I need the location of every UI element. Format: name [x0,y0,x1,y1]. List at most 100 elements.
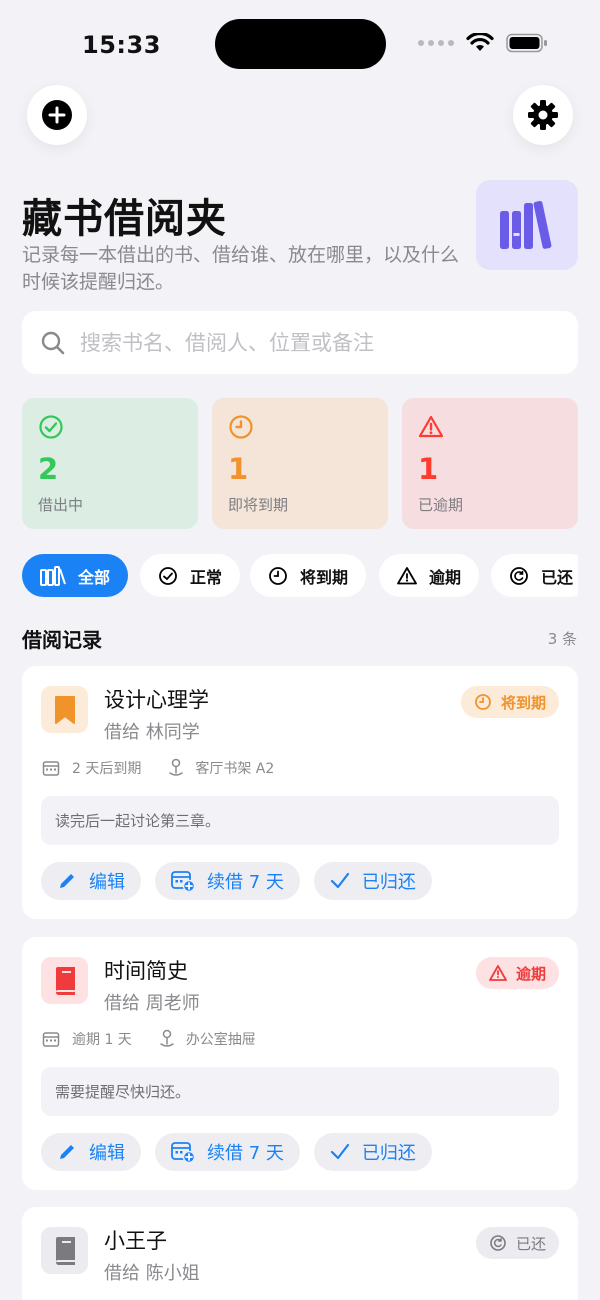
status-time: 15:33 [82,31,161,59]
search-icon [41,331,65,354]
status-label: 已还 [515,1234,546,1253]
checkmark-icon [330,872,350,889]
book-title: 小王子 [104,1229,167,1253]
section-title: 借阅记录 [22,628,102,652]
check-circle-icon [159,566,177,585]
plus-circle-icon [42,100,72,130]
book-cover [41,957,88,1004]
filter-chip-normal[interactable]: 正常 [140,554,241,597]
checkmark-icon [330,1143,350,1160]
location-text: 办公室抽屉 [185,1032,256,1048]
book-title: 时间简史 [104,959,188,983]
stat-card-lent[interactable]: 2 借出中 [22,398,198,529]
chip-label: 已还 [541,567,574,587]
settings-button[interactable] [513,85,573,145]
gear-icon [528,100,558,130]
clock-icon [229,415,253,439]
filter-chips[interactable]: 全部 正常 将到期 逾期 已还 [22,554,578,598]
add-record-button[interactable] [27,85,87,145]
status-badge: 将到期 [460,686,559,718]
stat-count: 2 [38,452,59,486]
pencil-icon [60,1145,74,1159]
stat-label: 借出中 [38,496,84,514]
chip-label: 逾期 [429,567,462,587]
wifi-icon [466,33,494,51]
calendar-icon [42,1032,60,1047]
search-input[interactable] [80,330,550,355]
borrower-name: 借给 陈小姐 [104,1263,200,1284]
calendar-icon [42,761,60,776]
edit-label: 编辑 [89,872,125,893]
status-label: 逾期 [515,964,546,983]
page-subtitle: 记录每一本借出的书、借给谁、放在哪里，以及什么时候该提醒归还。 [22,244,460,293]
record-card-1[interactable]: 设计心理学 借给 林同学 将到期 2 天后到期 客厅书架 A2 读完后一起讨论第… [22,666,578,919]
warning-icon [418,415,444,438]
stat-count: 1 [228,452,249,486]
mark-returned-button[interactable]: 已归还 [313,862,432,900]
stat-card-overdue[interactable]: 1 已逾期 [402,398,578,529]
record-card-2[interactable]: 时间简史 借给 周老师 逾期 逾期 1 天 办公室抽屉 需要提醒尽快归还。 编辑 [22,937,578,1190]
status-badge: 已还 [475,1227,559,1259]
return-icon [510,566,528,585]
renew-button[interactable]: 续借 7 天 [155,862,300,900]
status-bar: 15:33 [0,0,600,90]
status-icons [418,33,548,53]
book-closed-icon [55,1236,75,1265]
page-title: 藏书借阅夹 [22,196,227,242]
clock-icon [475,694,491,710]
record-card-3[interactable]: 小王子 借给 陈小姐 已还 [22,1207,578,1300]
borrower-name: 借给 林同学 [104,722,200,743]
record-meta: 逾期 1 天 办公室抽屉 [42,1029,256,1049]
renew-button[interactable]: 续借 7 天 [155,1133,300,1171]
status-label: 将到期 [500,693,546,712]
returned-label: 已归还 [361,1143,416,1164]
due-text: 逾期 1 天 [72,1032,132,1048]
due-text: 2 天后到期 [72,761,142,777]
library-icon [40,565,66,586]
calendar-plus-icon [171,871,195,892]
filter-chip-overdue[interactable]: 逾期 [379,554,480,597]
mark-returned-button[interactable]: 已归还 [313,1133,432,1171]
chip-label: 全部 [78,567,111,587]
record-actions: 编辑 续借 7 天 已归还 [41,1133,432,1171]
renew-label: 续借 7 天 [207,1143,284,1164]
chip-label: 正常 [190,567,223,587]
battery-icon [506,33,547,53]
edit-button[interactable]: 编辑 [41,862,141,900]
status-badge: 逾期 [475,957,559,989]
books-hero-icon [476,180,578,270]
check-circle-icon [39,415,63,439]
stat-label: 已逾期 [418,496,464,514]
clock-icon [269,566,287,585]
section-count: 3 条 [547,630,577,648]
book-cover [41,686,88,733]
location-icon [169,758,184,776]
record-actions: 编辑 续借 7 天 已归还 [41,862,432,900]
borrower-name: 借给 周老师 [104,993,200,1014]
record-meta: 2 天后到期 客厅书架 A2 [42,758,274,778]
books-icon [500,200,552,249]
warning-icon [489,965,507,981]
filter-chip-due-soon[interactable]: 将到期 [250,554,367,597]
location-icon [160,1029,174,1047]
stat-card-due-soon[interactable]: 1 即将到期 [212,398,388,529]
filter-chip-returned[interactable]: 已还 [491,554,578,597]
record-note: 读完后一起讨论第三章。 [41,796,559,845]
edit-button[interactable]: 编辑 [41,1133,141,1171]
book-closed-icon [55,966,75,995]
stat-count: 1 [418,452,439,486]
stat-label: 即将到期 [228,496,289,514]
location-text: 客厅书架 A2 [195,761,275,777]
book-cover [41,1227,88,1274]
dynamic-island [215,19,386,69]
filter-chip-all[interactable]: 全部 [22,554,129,597]
returned-label: 已归还 [361,872,416,893]
calendar-plus-icon [171,1142,195,1163]
renew-label: 续借 7 天 [207,872,284,893]
warning-icon [397,566,417,584]
pencil-icon [60,874,74,888]
search-bar[interactable] [22,311,578,374]
edit-label: 编辑 [89,1143,125,1164]
book-title: 设计心理学 [104,688,209,712]
record-note: 需要提醒尽快归还。 [41,1067,559,1116]
